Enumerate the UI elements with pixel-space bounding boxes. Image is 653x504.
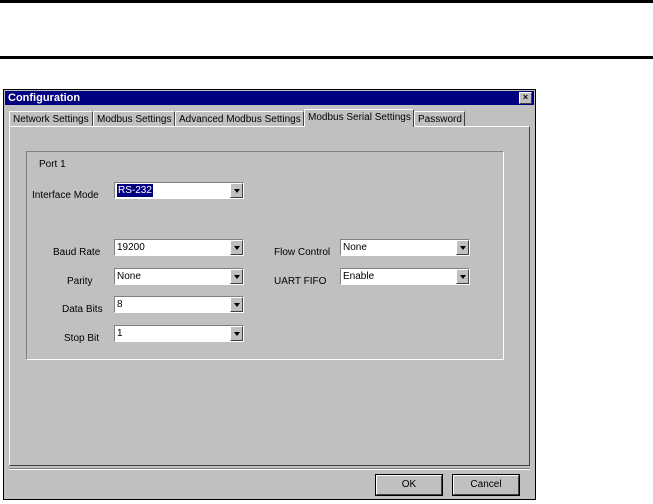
chevron-down-icon[interactable] xyxy=(230,240,243,255)
uart-fifo-select[interactable]: Enable xyxy=(340,268,470,285)
port-title: Port 1 xyxy=(39,159,66,170)
baud-rate-label: Baud Rate xyxy=(53,247,101,258)
flow-control-label: Flow Control xyxy=(274,247,331,258)
tab-advanced-modbus-settings[interactable]: Advanced Modbus Settings xyxy=(175,111,304,126)
stop-bit-select[interactable]: 1 xyxy=(114,325,244,342)
parity-label: Parity xyxy=(67,276,93,287)
baud-rate-select[interactable]: 19200 xyxy=(114,239,244,256)
cancel-button[interactable]: Cancel xyxy=(452,474,520,496)
configuration-dialog: Configuration × Network Settings Modbus … xyxy=(3,89,536,500)
window-title: Configuration xyxy=(8,92,81,104)
flow-control-value: None xyxy=(343,242,367,253)
tab-modbus-serial-settings[interactable]: Modbus Serial Settings xyxy=(304,109,414,127)
stop-bit-label: Stop Bit xyxy=(64,333,100,344)
tab-network-settings[interactable]: Network Settings xyxy=(9,111,93,126)
chevron-down-icon[interactable] xyxy=(230,297,243,312)
interface-mode-value: RS-232 xyxy=(117,184,153,197)
chevron-down-icon[interactable] xyxy=(230,183,243,198)
parity-value: None xyxy=(117,271,141,282)
port-group: Port 1 Interface Mode RS-232 Baud Rate 1… xyxy=(26,151,504,360)
chevron-down-icon[interactable] xyxy=(456,269,469,284)
top-rule xyxy=(0,0,653,3)
chevron-down-icon[interactable] xyxy=(230,326,243,341)
data-bits-label: Data Bits xyxy=(62,304,103,315)
footer-separator xyxy=(9,468,530,470)
chevron-down-icon[interactable] xyxy=(230,269,243,284)
tab-password[interactable]: Password xyxy=(414,111,465,126)
baud-rate-value: 19200 xyxy=(117,242,145,253)
tab-modbus-settings[interactable]: Modbus Settings xyxy=(93,111,175,126)
interface-mode-label: Interface Mode xyxy=(32,190,99,201)
data-bits-value: 8 xyxy=(117,299,123,310)
uart-fifo-label: UART FIFO xyxy=(274,276,327,287)
stop-bit-value: 1 xyxy=(117,328,123,339)
close-icon[interactable]: × xyxy=(519,92,532,104)
chevron-down-icon[interactable] xyxy=(456,240,469,255)
parity-select[interactable]: None xyxy=(114,268,244,285)
uart-fifo-value: Enable xyxy=(343,271,375,282)
flow-control-select[interactable]: None xyxy=(340,239,470,256)
ok-button[interactable]: OK xyxy=(375,474,443,496)
interface-mode-select[interactable]: RS-232 xyxy=(114,182,244,199)
second-rule xyxy=(0,56,653,59)
title-bar: Configuration × xyxy=(5,91,534,105)
tab-panel: Port 1 Interface Mode RS-232 Baud Rate 1… xyxy=(9,126,530,466)
data-bits-select[interactable]: 8 xyxy=(114,296,244,313)
